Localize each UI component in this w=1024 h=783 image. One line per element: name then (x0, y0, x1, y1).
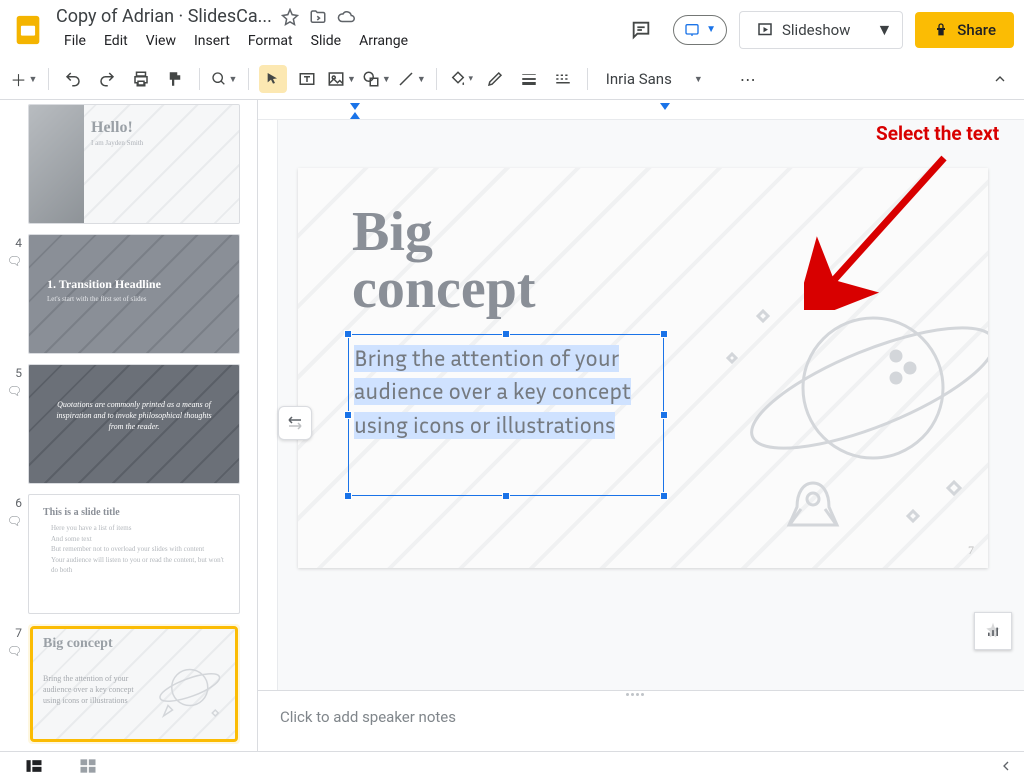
thumb-sub: Here you have a list of items And some t… (51, 523, 227, 576)
doc-title[interactable]: Copy of Adrian · SlidesCa... (56, 6, 272, 27)
font-selector[interactable]: Inria Sans ▼ (598, 70, 728, 88)
border-color-button[interactable] (481, 65, 509, 93)
thumb-number: 5 (15, 366, 22, 380)
annotation-text: Select the text (876, 122, 999, 145)
undo-button[interactable] (59, 65, 87, 93)
format-options-chip[interactable] (278, 406, 312, 440)
grid-view-icon[interactable] (78, 756, 98, 780)
collapse-toolbar-button[interactable] (986, 65, 1014, 93)
border-weight-button[interactable] (515, 65, 543, 93)
thumb-number: 4 (15, 236, 22, 250)
star-icon[interactable] (280, 7, 300, 27)
thumb-title: This is a slide title (43, 507, 120, 518)
slide-page-number: 7 (968, 543, 974, 558)
speaker-notes-icon: 🗨 (7, 384, 22, 398)
collapse-panel-button[interactable] (998, 758, 1024, 778)
speaker-notes-icon: 🗨 (7, 514, 22, 528)
explore-button[interactable] (974, 612, 1012, 650)
selection-handles[interactable] (348, 334, 664, 496)
thumb-slide-6[interactable]: This is a slide title Here you have a li… (28, 494, 240, 614)
new-slide-button[interactable]: ＋▼ (10, 65, 38, 93)
zoom-button[interactable]: ▼ (210, 65, 238, 93)
slide-canvas[interactable]: Big concept Bring the attention of your … (298, 168, 988, 568)
thumb-slide-3[interactable]: Hello! I am Jayden Smith (28, 104, 240, 224)
illustration-planet (698, 278, 988, 558)
menu-edit[interactable]: Edit (96, 29, 136, 53)
paint-format-button[interactable] (161, 65, 189, 93)
thumb-slide-7[interactable]: Big concept Bring the attention of your … (32, 628, 236, 740)
share-button[interactable]: Share (915, 12, 1014, 48)
font-name-label: Inria Sans (606, 70, 672, 88)
thumb-slide-5[interactable]: Quotations are commonly printed as a mea… (28, 364, 240, 484)
present-dropdown[interactable]: ▼ (673, 15, 727, 45)
thumb-sub: Let's start with the first set of slides (47, 295, 146, 303)
menu-format[interactable]: Format (240, 29, 301, 53)
menu-file[interactable]: File (56, 29, 94, 53)
menu-insert[interactable]: Insert (186, 29, 238, 53)
slide-thumbnails-panel[interactable]: Hello! I am Jayden Smith 4 🗨 1. Transitio… (0, 100, 258, 758)
menu-view[interactable]: View (138, 29, 184, 53)
textbox-tool[interactable] (293, 65, 321, 93)
share-label: Share (957, 21, 996, 39)
print-button[interactable] (127, 65, 155, 93)
selected-textbox[interactable]: Bring the attention of your audience ove… (350, 336, 662, 494)
thumb-sub: I am Jayden Smith (91, 139, 143, 147)
notes-splitter[interactable] (258, 690, 1024, 698)
thumb-slide-4[interactable]: 1. Transition Headline Let's start with … (28, 234, 240, 354)
fill-color-button[interactable]: ▾ (447, 65, 475, 93)
slideshow-button[interactable]: Slideshow (739, 11, 866, 49)
menu-arrange[interactable]: Arrange (351, 29, 416, 53)
speaker-notes[interactable]: Click to add speaker notes (258, 698, 1024, 758)
speaker-notes-icon: 🗨 (7, 254, 22, 268)
shape-tool[interactable]: ▼ (362, 65, 391, 93)
thumb-title: Quotations are commonly printed as a mea… (49, 399, 219, 433)
thumb-title: 1. Transition Headline (47, 277, 161, 292)
vertical-ruler[interactable] (258, 120, 278, 690)
bottom-bar (0, 751, 1024, 783)
slideshow-caret[interactable]: ▼ (866, 11, 903, 49)
border-dash-button[interactable] (549, 65, 577, 93)
horizontal-ruler[interactable] (258, 100, 1024, 120)
thumb-number: 7 (15, 626, 22, 640)
slide-title[interactable]: Big concept (352, 204, 536, 318)
toolbar: ＋▼ ▼ ▼ ▼ ▼ ▾ Inria Sans ▼ ⋯ (0, 59, 1024, 100)
thumb-title: Big concept (43, 637, 113, 652)
filmstrip-view-icon[interactable] (24, 756, 44, 780)
thumb-sub: Bring the attention of your audience ove… (43, 673, 143, 707)
menu-bar: File Edit View Insert Format Slide Arran… (56, 29, 613, 53)
select-tool[interactable] (259, 65, 287, 93)
comments-icon[interactable] (621, 10, 661, 50)
image-tool[interactable]: ▼ (327, 65, 356, 93)
thumb-title: Hello! (91, 119, 133, 137)
slideshow-label: Slideshow (782, 21, 850, 39)
menu-slide[interactable]: Slide (303, 29, 349, 53)
redo-button[interactable] (93, 65, 121, 93)
line-tool[interactable]: ▼ (397, 65, 426, 93)
slides-logo[interactable] (8, 10, 48, 50)
thumb-number: 6 (15, 496, 22, 510)
move-folder-icon[interactable] (308, 7, 328, 27)
more-tools-button[interactable]: ⋯ (734, 65, 762, 93)
cloud-status-icon[interactable] (336, 7, 356, 27)
speaker-notes-icon: 🗨 (7, 644, 22, 658)
